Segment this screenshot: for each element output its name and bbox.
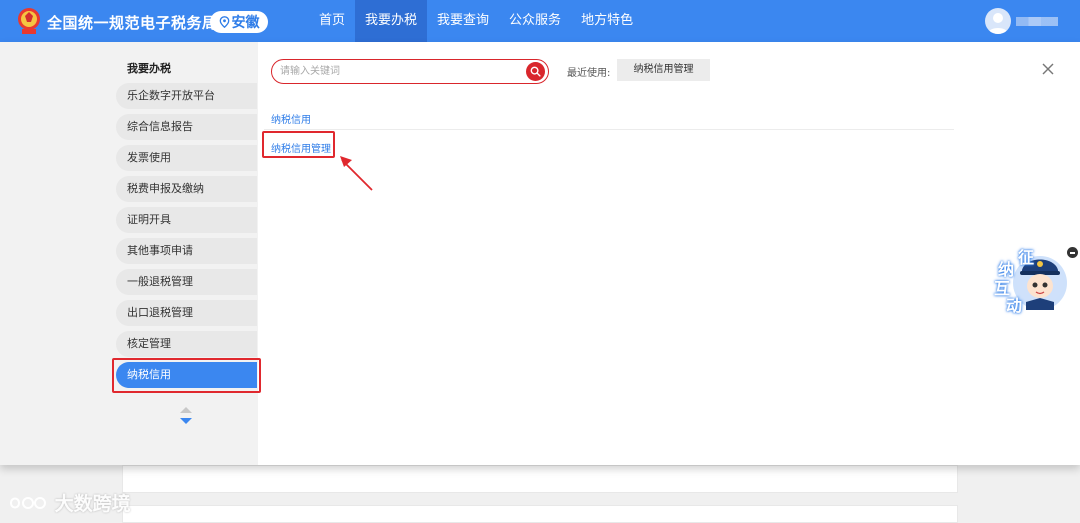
recent-label: 最近使用:	[567, 68, 611, 79]
nav-public-service[interactable]: 公众服务	[499, 0, 571, 42]
category-divider	[264, 129, 954, 130]
annotation-arrow-icon	[340, 156, 373, 191]
watermark-logo-icon	[9, 497, 46, 509]
sidebar-item-tax-declaration[interactable]: 税费申报及缴纳	[116, 176, 257, 202]
widget-char-4: 动	[1006, 296, 1023, 315]
user-name-blurred[interactable]	[1016, 17, 1058, 26]
background-card-2	[122, 505, 958, 523]
watermark-text: 大数跨境	[54, 493, 131, 515]
annotation-box-sidebar	[112, 358, 261, 393]
tax-emblem-icon[interactable]	[16, 7, 42, 35]
search-box	[271, 59, 549, 84]
scroll-arrows-icon[interactable]	[179, 406, 193, 426]
annotation-box-content	[262, 131, 335, 158]
sidebar-item-general-refund[interactable]: 一般退税管理	[116, 269, 257, 295]
sidebar-item-export-refund[interactable]: 出口退税管理	[116, 300, 257, 326]
nav-local-features[interactable]: 地方特色	[571, 0, 643, 42]
location-pin-icon	[219, 16, 229, 28]
sidebar-item-info-report[interactable]: 综合信息报告	[116, 114, 257, 140]
region-selector[interactable]: 安徽	[210, 11, 268, 33]
site-title[interactable]: 全国统一规范电子税务局	[47, 12, 218, 33]
sidebar-item-other-requests[interactable]: 其他事项申请	[116, 238, 257, 264]
background-card-1	[122, 465, 958, 493]
sidebar-heading: 我要办税	[127, 62, 171, 75]
region-label: 安徽	[231, 15, 260, 31]
interaction-widget[interactable]: 征 纳 互 动	[988, 240, 1068, 320]
top-bar: 全国统一规范电子税务局 安徽 首页 我要办税 我要查询 公众服务 地方特色	[0, 0, 1080, 42]
sidebar-item-certificate[interactable]: 证明开具	[116, 207, 257, 233]
watermark: 大数跨境	[8, 489, 131, 516]
sidebar-item-assessment[interactable]: 核定管理	[116, 331, 257, 357]
nav-handle-tax[interactable]: 我要办税	[355, 0, 428, 42]
recent-chip-tax-credit-management[interactable]: 纳税信用管理	[617, 59, 710, 81]
sidebar-item-leqi-platform[interactable]: 乐企数字开放平台	[116, 83, 257, 109]
widget-char-1: 征	[1018, 248, 1035, 267]
search-button[interactable]	[526, 62, 545, 81]
sidebar: 我要办税 乐企数字开放平台 综合信息报告 发票使用 税费申报及缴纳 证明开具 其…	[0, 42, 261, 465]
close-icon[interactable]	[1041, 62, 1055, 76]
user-icon	[988, 13, 1008, 34]
search-icon	[530, 66, 541, 77]
category-title: 纳税信用	[271, 115, 311, 126]
nav-query[interactable]: 我要查询	[427, 0, 499, 42]
sidebar-item-invoice[interactable]: 发票使用	[116, 145, 257, 171]
menu-panel: 我要办税 乐企数字开放平台 综合信息报告 发票使用 税费申报及缴纳 证明开具 其…	[0, 42, 1080, 465]
main-nav: 首页 我要办税 我要查询 公众服务 地方特色	[309, 0, 643, 42]
search-input[interactable]	[280, 63, 520, 80]
widget-minimize-button[interactable]	[1067, 247, 1078, 258]
user-avatar[interactable]	[985, 8, 1011, 34]
nav-home[interactable]: 首页	[309, 0, 355, 42]
